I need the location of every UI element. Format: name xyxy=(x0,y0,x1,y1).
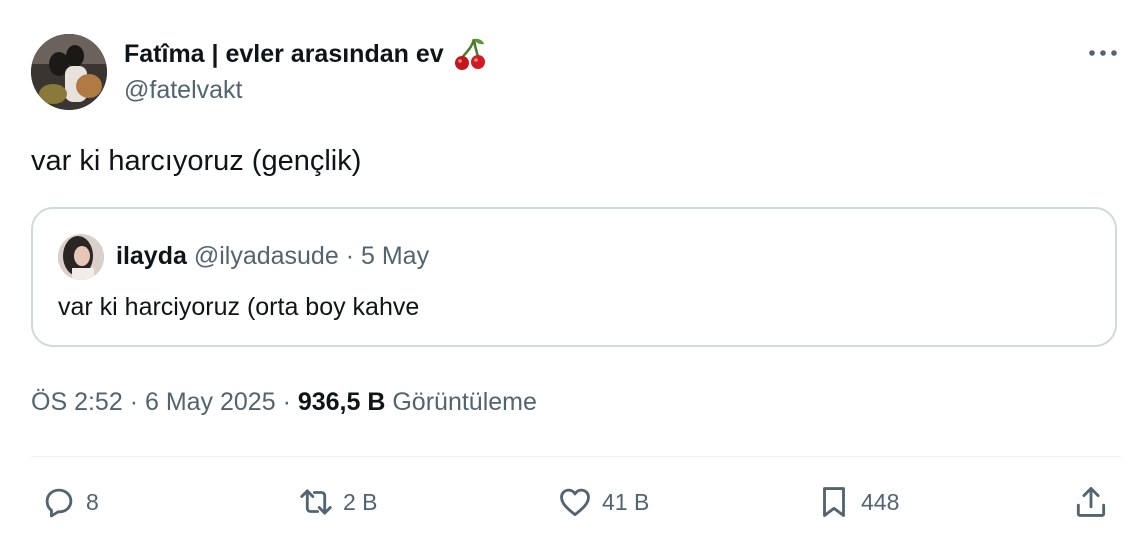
like-button[interactable]: 41 B xyxy=(556,482,649,522)
heart-icon xyxy=(560,488,590,517)
author-avatar[interactable] xyxy=(31,34,107,110)
like-count: 41 B xyxy=(602,488,650,515)
repost-count: 2 B xyxy=(343,488,378,515)
bookmark-button[interactable]: 448 xyxy=(815,482,899,522)
tweet-meta: ÖS 2:52 · 6 May 2025 · 936,5 B Görüntüle… xyxy=(31,388,537,417)
reply-icon xyxy=(45,488,73,518)
views-label: Görüntüleme xyxy=(392,388,537,416)
quoted-author-name: ilayda xyxy=(116,242,187,270)
share-icon xyxy=(1076,487,1106,517)
bookmark-icon xyxy=(823,487,845,517)
share-button[interactable] xyxy=(1072,482,1110,522)
quoted-tweet-text: var ki harciyoruz (orta boy kahve xyxy=(58,293,420,321)
meta-separator: · xyxy=(129,388,139,416)
bookmark-count: 448 xyxy=(861,488,900,515)
quoted-author-handle: @ilyadasude xyxy=(193,242,339,270)
tweet-text: var ki harcıyoruz (gençlik) xyxy=(31,145,362,177)
tweet-date[interactable]: 6 May 2025 xyxy=(145,388,276,416)
repost-icon xyxy=(300,489,332,515)
more-options-icon[interactable] xyxy=(1088,44,1118,62)
reply-button[interactable]: 8 xyxy=(40,482,99,522)
quoted-date: 5 May xyxy=(360,242,430,270)
author-display-name[interactable]: Fatîma | evler arasından ev xyxy=(124,36,488,72)
tweet-time[interactable]: ÖS 2:52 xyxy=(31,388,123,416)
quoted-separator: · xyxy=(345,242,355,270)
author-handle[interactable]: @fatelvakt xyxy=(124,76,242,105)
meta-separator: · xyxy=(282,388,291,416)
cherries-icon xyxy=(452,36,488,72)
repost-button[interactable]: 2 B xyxy=(297,482,378,522)
quoted-tweet-card[interactable]: ilayda @ilyadasude · 5 May var ki harciy… xyxy=(31,207,1117,347)
quoted-author-avatar xyxy=(58,234,104,280)
quoted-tweet-header: ilayda @ilyadasude · 5 May xyxy=(116,242,429,271)
views-count: 936,5 B xyxy=(297,388,386,416)
author-name-text: Fatîma | evler arasından ev xyxy=(124,39,444,68)
actions-divider xyxy=(31,456,1121,457)
reply-count: 8 xyxy=(86,488,99,515)
